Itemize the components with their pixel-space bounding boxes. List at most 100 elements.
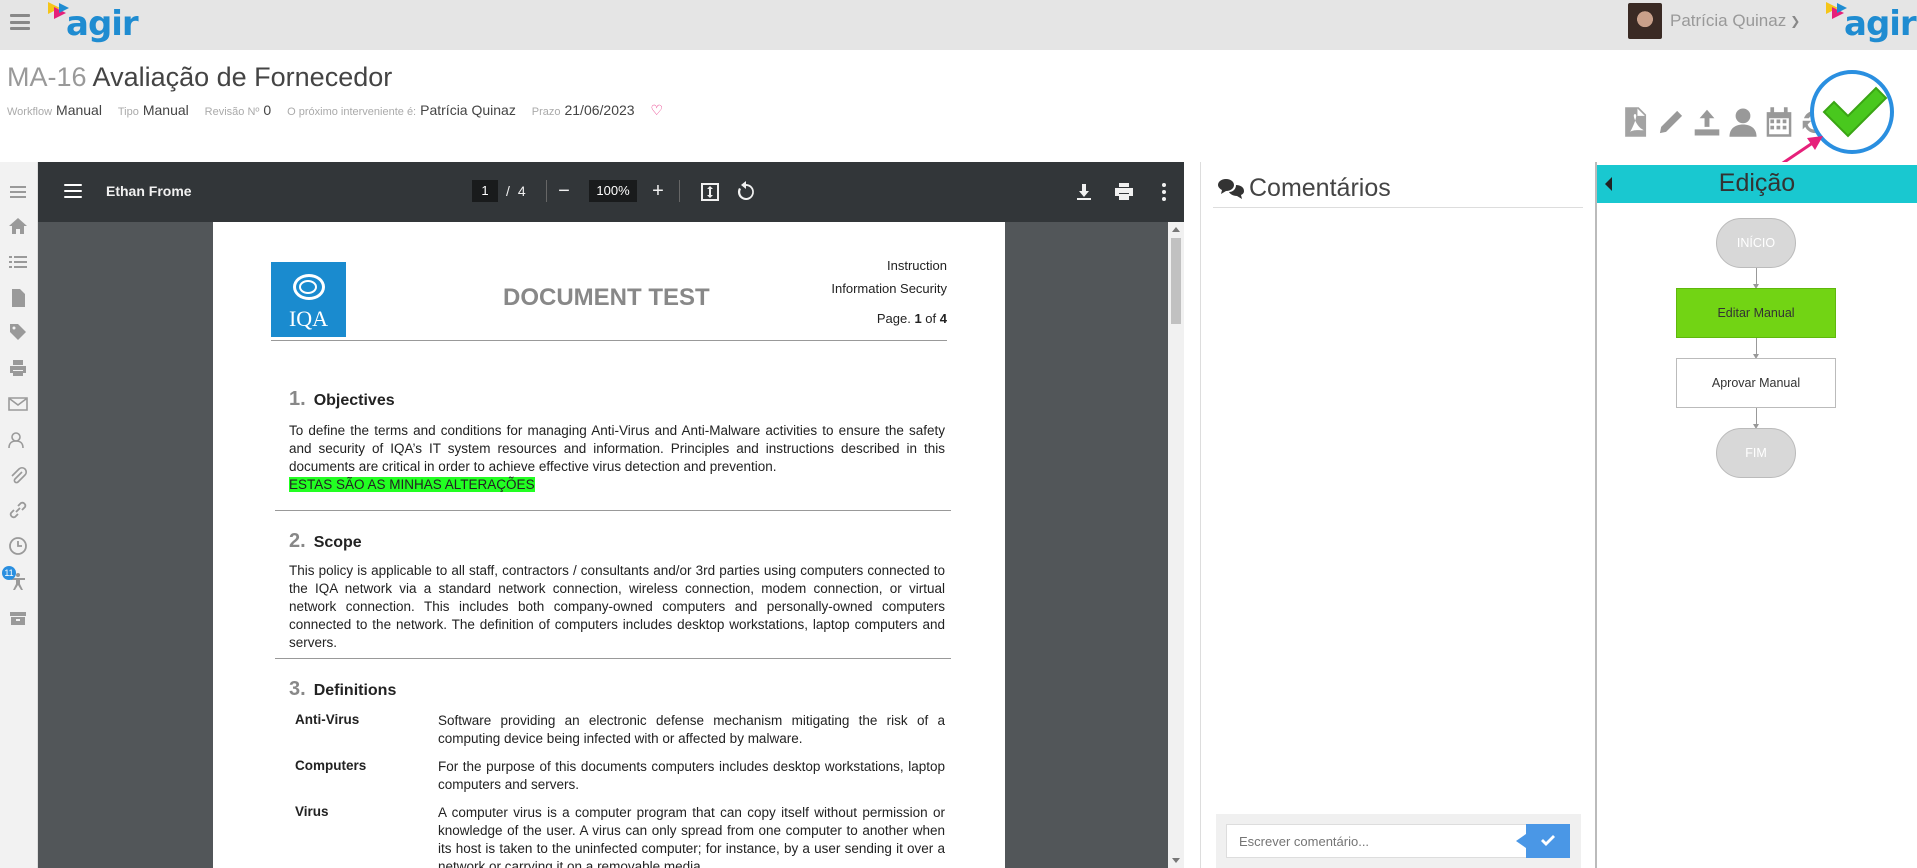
- chevron-down-icon: ❯: [1790, 14, 1801, 28]
- comments-icon: [1218, 178, 1244, 199]
- mail-icon[interactable]: [8, 394, 28, 414]
- print-icon[interactable]: [8, 358, 28, 378]
- meta-label-next: O próximo interveniente é:: [287, 106, 417, 118]
- document-heading: DOCUMENT TEST: [503, 284, 710, 311]
- scroll-up-arrow[interactable]: [1172, 227, 1180, 232]
- calendar-icon[interactable]: [1764, 106, 1794, 138]
- meta-label-revisao: Revisão Nº: [204, 106, 260, 118]
- header-label-instruction: Instruction: [887, 258, 947, 273]
- workflow-step-aprovar[interactable]: Aprovar Manual: [1676, 358, 1836, 408]
- user-icon[interactable]: [1728, 106, 1758, 138]
- document-code: MA-16: [7, 62, 87, 92]
- user-menu[interactable]: Patrícia Quinaz ❯: [1628, 3, 1800, 39]
- section-text: This policy is applicable to all staff, …: [289, 563, 945, 650]
- zoom-in-button[interactable]: +: [646, 180, 670, 202]
- comments-title: Comentários: [1217, 174, 1391, 203]
- header-label-infosec: Information Security: [831, 281, 947, 296]
- meta-value-workflow: Manual: [56, 102, 102, 118]
- toolbar-divider: [679, 180, 680, 202]
- workflow-step-end[interactable]: FIM: [1716, 428, 1796, 478]
- checkmark-icon: [1822, 86, 1888, 138]
- connector: [1756, 338, 1757, 355]
- page-title: MA-16 Avaliação de Fornecedor: [7, 62, 392, 93]
- divider: [275, 510, 951, 511]
- notification-badge: 11: [2, 566, 16, 580]
- section-title: 3. Definitions: [289, 678, 397, 700]
- section-text: To define the terms and conditions for m…: [289, 423, 945, 492]
- top-bar: agir Patrícia Quinaz ❯ agir: [0, 0, 1917, 50]
- pdf-icon[interactable]: [1620, 106, 1650, 138]
- comment-input[interactable]: [1226, 824, 1528, 858]
- page-indicator: 1 / 4: [472, 180, 526, 202]
- definition-term: Virus: [295, 804, 329, 819]
- divider: [275, 658, 951, 659]
- more-options-icon[interactable]: [1152, 180, 1176, 204]
- page-number-input[interactable]: 1: [472, 180, 498, 202]
- definition-text: A computer virus is a computer program t…: [438, 805, 945, 868]
- divider: [271, 340, 947, 341]
- send-comment-button[interactable]: [1516, 824, 1570, 858]
- workflow-step-editar[interactable]: Editar Manual: [1676, 288, 1836, 338]
- workflow-panel: Edição INÍCIO Editar Manual Aprovar Manu…: [1595, 162, 1917, 868]
- section-title: 1. Objectives: [289, 388, 395, 410]
- checkmark-icon: [1541, 835, 1555, 846]
- avatar: [1628, 3, 1662, 39]
- pdf-page: IQA DOCUMENT TEST Instruction Informatio…: [213, 222, 1005, 868]
- highlighted-change: ESTAS SÃO AS MINHAS ALTERAÇÕES: [289, 477, 535, 492]
- meta-label-workflow: Workflow: [7, 106, 53, 118]
- user-name: Patrícia Quinaz: [1670, 11, 1787, 30]
- approve-button[interactable]: [1810, 70, 1894, 154]
- document-meta: Workflow Manual Tipo Manual Revisão Nº 0 O …: [7, 102, 663, 119]
- pdf-viewer: Ethan Frome 1 / 4 − 100% + IQA DOCUMENT …: [38, 162, 1184, 868]
- zoom-input[interactable]: 100%: [589, 180, 637, 202]
- print-icon[interactable]: [1112, 180, 1136, 204]
- comments-panel: Comentários: [1200, 162, 1595, 868]
- edit-icon[interactable]: [1656, 106, 1686, 138]
- definition-term: Computers: [295, 758, 367, 773]
- pdf-menu-icon[interactable]: [64, 184, 82, 198]
- connector: [1756, 408, 1757, 425]
- left-sidebar: 11: [0, 162, 38, 868]
- scroll-thumb[interactable]: [1171, 238, 1181, 324]
- archive-icon[interactable]: [8, 608, 28, 628]
- toolbar-divider: [546, 180, 547, 202]
- contacts-icon[interactable]: [8, 430, 28, 450]
- list-icon[interactable]: [8, 252, 28, 272]
- rotate-icon[interactable]: [734, 180, 758, 204]
- meta-label-prazo: Prazo: [531, 106, 561, 118]
- workflow-step-start[interactable]: INÍCIO: [1716, 218, 1796, 268]
- download-icon[interactable]: [1072, 180, 1096, 204]
- upload-icon[interactable]: [1692, 106, 1722, 138]
- meta-label-tipo: Tipo: [117, 106, 139, 118]
- iqa-logo: IQA: [271, 262, 346, 337]
- connector: [1756, 268, 1757, 285]
- action-toolbar: [1620, 106, 1830, 138]
- definition-text: For the purpose of this documents comput…: [438, 759, 945, 792]
- page-label: Page. 1 of 4: [876, 311, 947, 326]
- heart-icon[interactable]: ♡: [650, 102, 663, 118]
- definition-term: Anti-Virus: [295, 712, 360, 727]
- document-icon[interactable]: [8, 288, 28, 308]
- menu-icon[interactable]: [8, 182, 28, 202]
- scroll-down-arrow[interactable]: [1172, 858, 1180, 863]
- hamburger-icon[interactable]: [10, 14, 30, 30]
- divider: [1213, 207, 1583, 208]
- page-separator: /: [506, 183, 510, 199]
- section-title: 2. Scope: [289, 530, 362, 552]
- definition-text: Software providing an electronic defense…: [438, 713, 945, 746]
- meta-value-next: Patrícia Quinaz: [420, 102, 516, 118]
- pdf-toolbar: Ethan Frome 1 / 4 − 100% +: [38, 162, 1184, 222]
- fit-page-icon[interactable]: [698, 180, 722, 204]
- meta-value-prazo: 21/06/2023: [564, 102, 635, 118]
- tag-icon[interactable]: [8, 322, 28, 342]
- workflow-title: Edição: [1718, 169, 1796, 197]
- meta-value-revisao: 0: [263, 102, 272, 118]
- zoom-out-button[interactable]: −: [552, 180, 576, 202]
- pdf-file-name: Ethan Frome: [106, 183, 192, 199]
- pdf-scrollbar[interactable]: [1168, 222, 1184, 868]
- link-icon[interactable]: [8, 500, 28, 520]
- clock-icon[interactable]: [8, 536, 28, 556]
- home-icon[interactable]: [8, 216, 28, 236]
- attachment-icon[interactable]: [8, 466, 28, 486]
- meta-value-tipo: Manual: [142, 102, 189, 118]
